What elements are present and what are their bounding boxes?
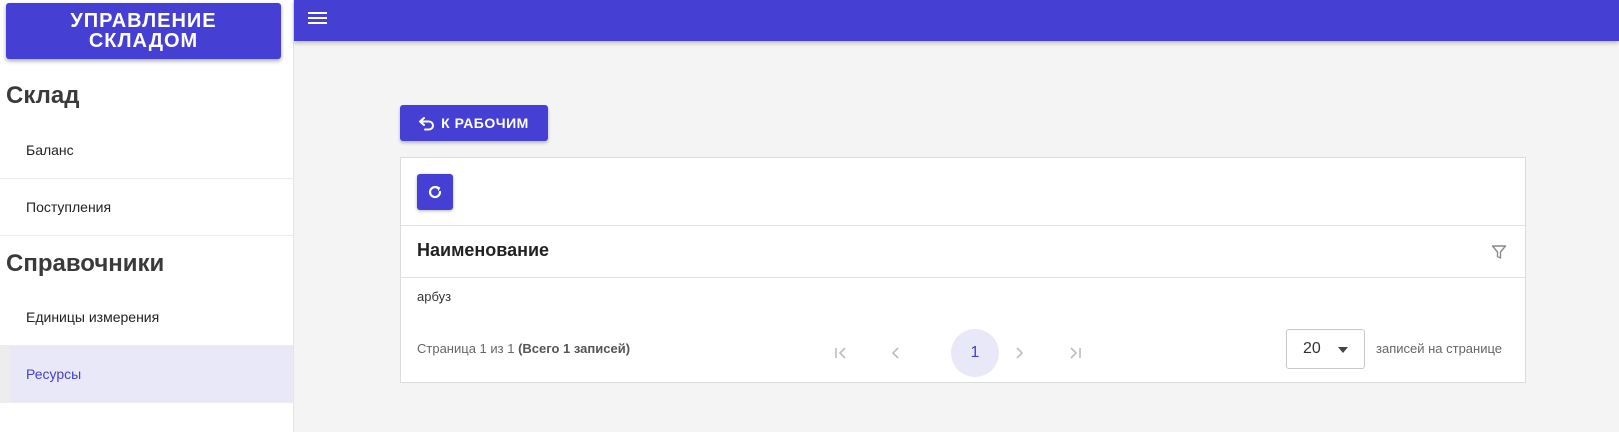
undo-icon xyxy=(419,117,435,131)
sidebar-item-balance[interactable]: Баланс xyxy=(0,122,293,179)
sidebar-item-label: Баланс xyxy=(26,142,74,158)
rows-per-page-label: записей на странице xyxy=(1376,341,1503,356)
chevron-left-icon xyxy=(891,347,899,359)
chevron-right-icon xyxy=(1016,347,1024,359)
first-page-icon xyxy=(835,347,846,359)
table-cell-name: арбуз xyxy=(417,289,452,304)
top-bar xyxy=(294,0,1619,41)
back-button-label: К РАБОЧИМ xyxy=(441,115,529,131)
first-page-button[interactable] xyxy=(817,329,865,377)
sidebar: УПРАВЛЕНИЕ СКЛАДОМ Склад Баланс Поступле… xyxy=(0,0,294,432)
sidebar-item-label: Поступления xyxy=(26,199,112,215)
table-row[interactable]: арбуз xyxy=(401,279,1525,315)
page-report-total: (Всего 1 записей) xyxy=(518,341,631,356)
prev-page-button[interactable] xyxy=(872,329,920,377)
page-report-text: Страница 1 из 1 xyxy=(417,341,515,356)
sidebar-item-label: Ресурсы xyxy=(26,366,82,382)
section-title-warehouse: Склад xyxy=(6,82,80,109)
rows-per-page-select[interactable]: 20 xyxy=(1286,329,1365,369)
sidebar-item-units[interactable]: Единицы измерения xyxy=(0,289,293,346)
back-to-active-button[interactable]: К РАБОЧИМ xyxy=(400,105,548,141)
sidebar-item-label: Единицы измерения xyxy=(26,309,160,325)
page-report: Страница 1 из 1 (Всего 1 записей) xyxy=(417,341,630,356)
rows-per-page-value: 20 xyxy=(1303,340,1321,357)
refresh-button[interactable] xyxy=(417,174,453,210)
last-page-icon xyxy=(1070,347,1081,359)
refresh-icon xyxy=(428,185,442,199)
column-header-name[interactable]: Наименование xyxy=(417,240,549,261)
sidebar-item-receipts[interactable]: Поступления xyxy=(0,179,293,236)
table-header-row: Наименование xyxy=(401,226,1525,278)
paginator: Страница 1 из 1 (Всего 1 записей) 1 20 з… xyxy=(401,321,1525,377)
sidebar-item-resources[interactable]: Ресурсы xyxy=(0,346,293,403)
app-brand-title[interactable]: УПРАВЛЕНИЕ СКЛАДОМ xyxy=(6,3,281,59)
page-1-button[interactable]: 1 xyxy=(951,329,999,377)
last-page-button[interactable] xyxy=(1051,329,1099,377)
hamburger-menu-icon[interactable] xyxy=(308,9,330,27)
resources-table-card: Наименование арбуз Страница 1 из 1 (Всег… xyxy=(400,157,1526,383)
filter-icon[interactable] xyxy=(1491,244,1507,260)
table-toolbar xyxy=(401,158,1525,226)
section-title-references: Справочники xyxy=(6,250,165,277)
next-page-button[interactable] xyxy=(995,329,1043,377)
caret-down-icon xyxy=(1338,347,1348,353)
